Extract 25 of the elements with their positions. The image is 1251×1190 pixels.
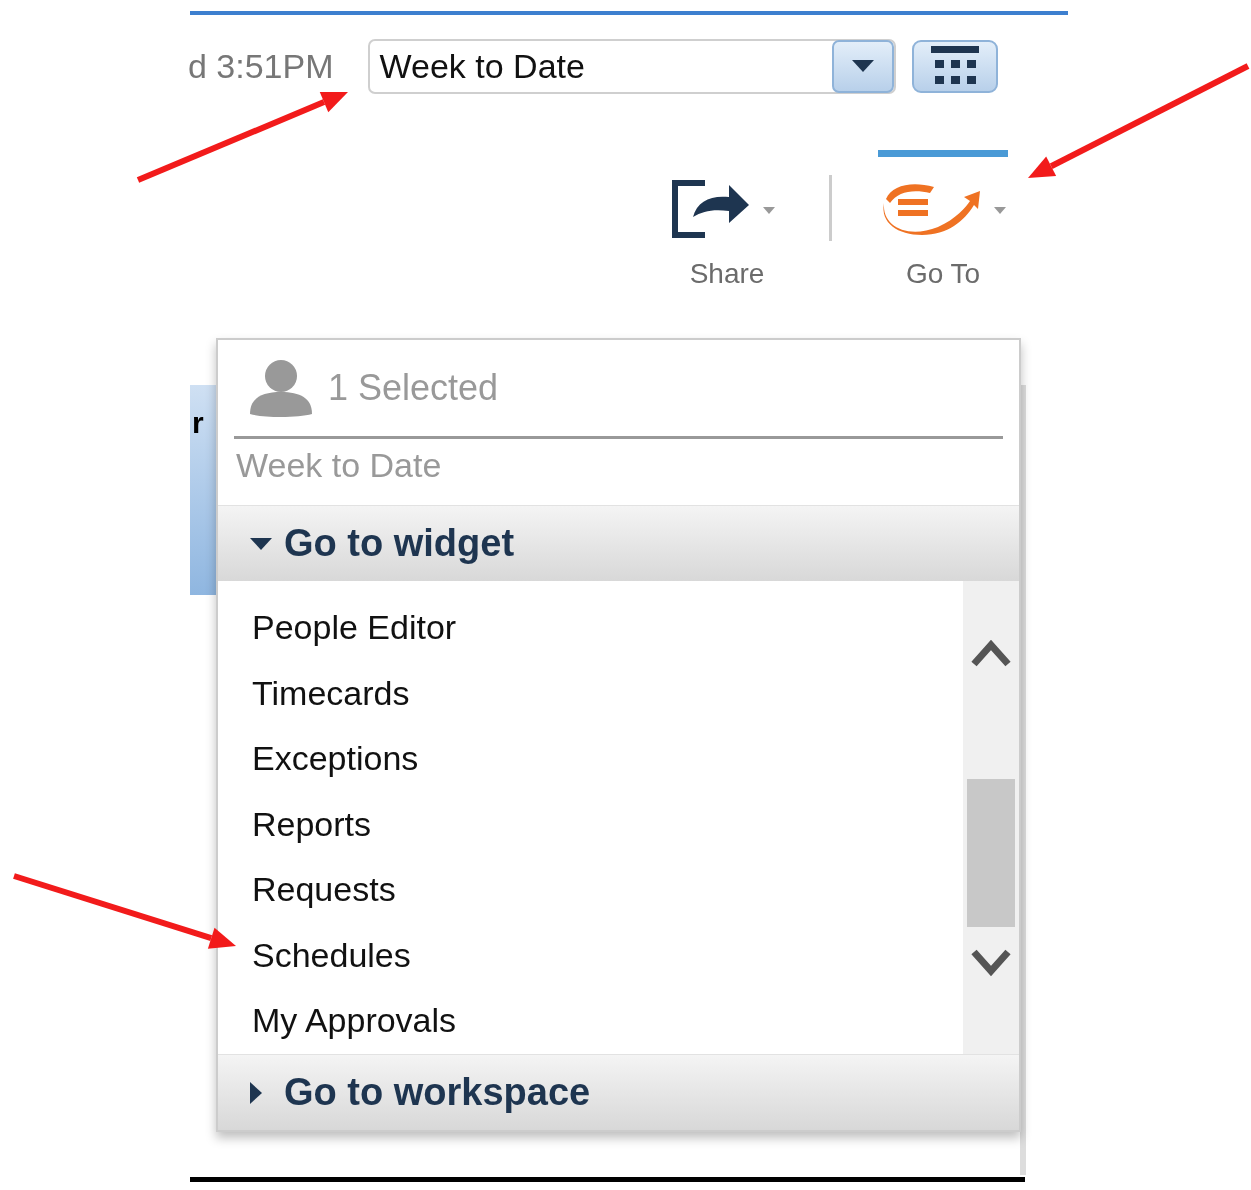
menu-item[interactable]: People Editor (252, 595, 457, 661)
tab-label: r (192, 405, 204, 441)
menu-item[interactable]: Timecards (252, 660, 410, 726)
section-header[interactable]: Go to widget (218, 505, 1019, 581)
calendar-button[interactable] (911, 39, 998, 93)
menu-item[interactable]: Schedules (252, 922, 411, 988)
menu-item[interactable]: Requests (252, 857, 396, 923)
scroll-up-icon (971, 637, 1011, 667)
menu-item[interactable]: Exceptions (252, 726, 419, 792)
scroll-down-icon (971, 949, 1011, 979)
toolbar-button[interactable]: Go To (878, 150, 1008, 295)
scrollbar[interactable] (963, 581, 1019, 1054)
calendar-icon (930, 46, 979, 86)
updated-time: d 3:51PM (188, 45, 334, 87)
menu-item[interactable]: My Approvals (252, 988, 457, 1054)
caret-icon (851, 60, 874, 72)
period-label: Week to Date (236, 445, 442, 486)
dropdown-button[interactable] (831, 39, 894, 93)
person-icon (248, 358, 314, 418)
toolbar-button[interactable]: Share (671, 150, 783, 295)
selection-count: 1 Selected (328, 366, 499, 410)
caret-down-icon (250, 537, 272, 550)
caret-right-icon (250, 1081, 262, 1104)
section-header[interactable]: Go to workspace (218, 1054, 1019, 1130)
menu-item[interactable]: Reports (252, 791, 372, 857)
